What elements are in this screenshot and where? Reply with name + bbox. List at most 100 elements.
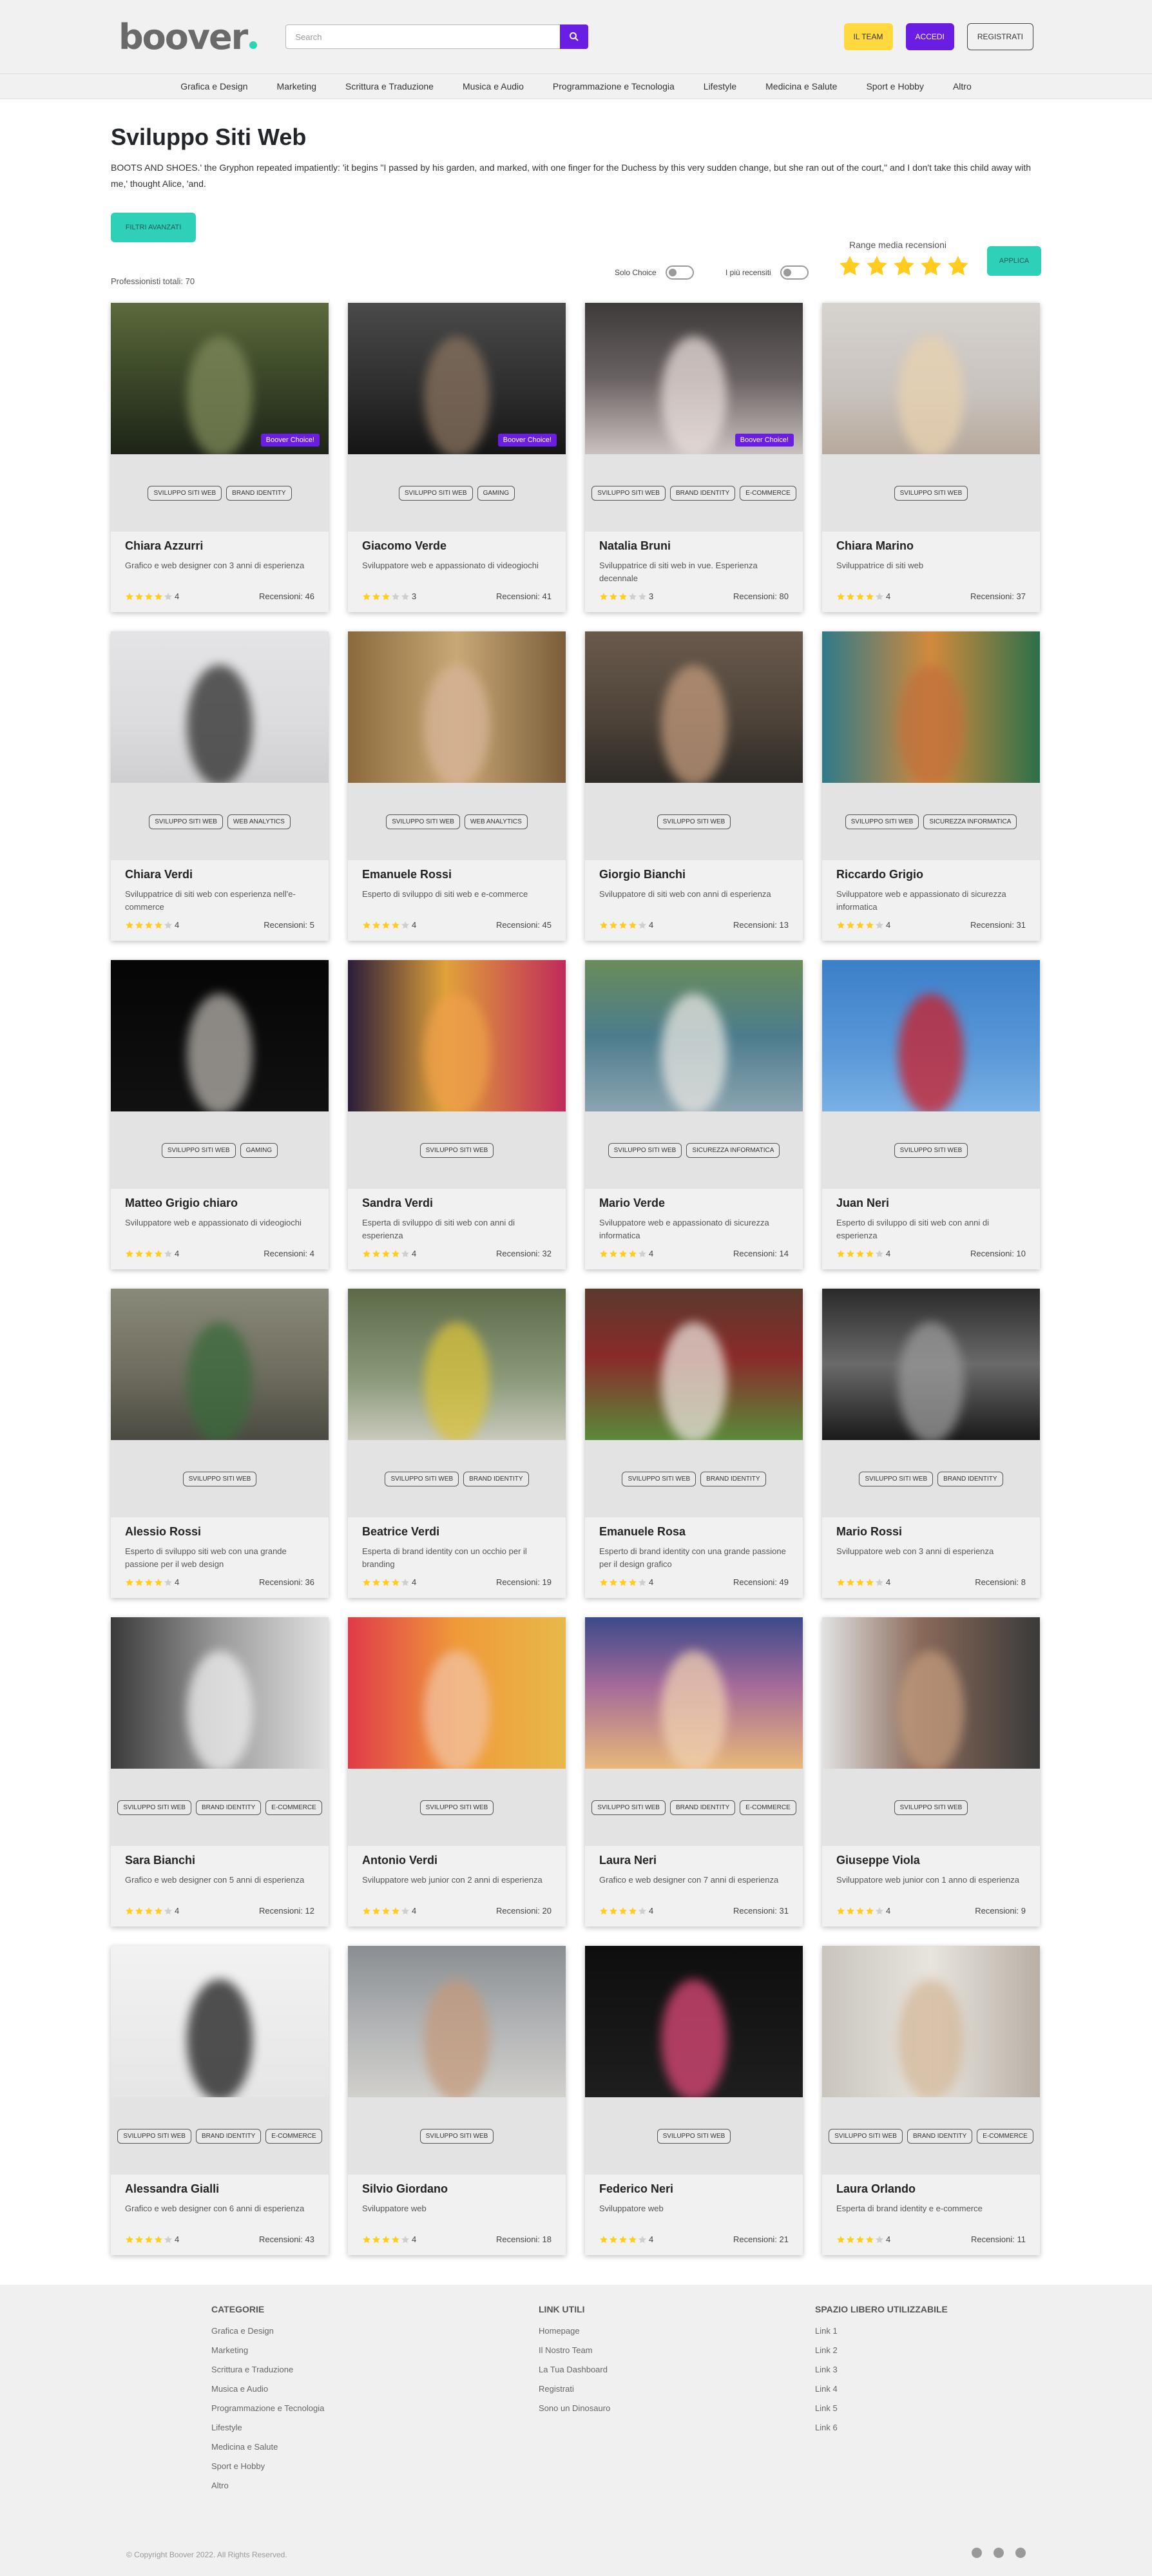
skill-tag[interactable]: E-COMMERCE bbox=[740, 485, 796, 501]
skill-tag[interactable]: BRAND IDENTITY bbox=[937, 1471, 1003, 1486]
professional-name[interactable]: Giorgio Bianchi bbox=[599, 868, 789, 881]
skill-tag[interactable]: SVILUPPO SITI WEB bbox=[894, 1142, 968, 1158]
skill-tag[interactable]: BRAND IDENTITY bbox=[195, 2128, 262, 2144]
footer-category-link[interactable]: Scrittura e Traduzione bbox=[211, 2365, 324, 2374]
footer-category-link[interactable]: Sport e Hobby bbox=[211, 2461, 324, 2471]
footer-category-link[interactable]: Lifestyle bbox=[211, 2423, 324, 2432]
footer-free-link[interactable]: Link 2 bbox=[815, 2345, 948, 2355]
profile-photo[interactable] bbox=[822, 631, 1040, 783]
linkedin-icon[interactable] bbox=[972, 2548, 982, 2558]
skill-tag[interactable]: SVILUPPO SITI WEB bbox=[894, 485, 968, 501]
search-input[interactable]: Search bbox=[285, 24, 561, 49]
nav-item[interactable]: Scrittura e Traduzione bbox=[345, 81, 434, 91]
nav-item[interactable]: Musica e Audio bbox=[463, 81, 524, 91]
professional-name[interactable]: Beatrice Verdi bbox=[362, 1525, 552, 1539]
professional-name[interactable]: Mario Verde bbox=[599, 1197, 789, 1210]
footer-category-link[interactable]: Musica e Audio bbox=[211, 2384, 324, 2394]
profile-photo[interactable] bbox=[111, 1946, 329, 2097]
profile-photo[interactable]: Boover Choice! bbox=[348, 303, 566, 454]
profile-photo[interactable] bbox=[822, 1289, 1040, 1440]
skill-tag[interactable]: SVILUPPO SITI WEB bbox=[859, 1471, 934, 1486]
advanced-filters-button[interactable]: FILTRI AVANZATI bbox=[111, 213, 196, 242]
nav-item[interactable]: Altro bbox=[953, 81, 972, 91]
professional-name[interactable]: Federico Neri bbox=[599, 2182, 789, 2196]
profile-photo[interactable] bbox=[348, 960, 566, 1111]
profile-photo[interactable] bbox=[585, 1289, 803, 1440]
skill-tag[interactable]: BRAND IDENTITY bbox=[907, 2128, 973, 2144]
register-button[interactable]: REGISTRATI bbox=[966, 23, 1033, 50]
nav-item[interactable]: Sport e Hobby bbox=[866, 81, 924, 91]
apply-button[interactable]: APPLICA bbox=[987, 246, 1041, 276]
professional-card[interactable]: SVILUPPO SITI WEB GAMING Matteo Grigio chi… bbox=[111, 960, 329, 1269]
professional-name[interactable]: Giuseppe Viola bbox=[836, 1854, 1026, 1867]
professional-name[interactable]: Mario Rossi bbox=[836, 1525, 1026, 1539]
profile-photo[interactable] bbox=[822, 1946, 1040, 2097]
footer-link[interactable]: Registrati bbox=[539, 2384, 610, 2394]
skill-tag[interactable]: SVILUPPO SITI WEB bbox=[385, 1471, 459, 1486]
nav-item[interactable]: Grafica e Design bbox=[180, 81, 247, 91]
profile-photo[interactable] bbox=[348, 631, 566, 783]
profile-photo[interactable] bbox=[585, 1946, 803, 2097]
footer-category-link[interactable]: Programmazione e Tecnologia bbox=[211, 2403, 324, 2413]
professional-card[interactable]: SVILUPPO SITI WEB Antonio Verdi Sviluppato… bbox=[348, 1617, 566, 1927]
professional-name[interactable]: Laura Orlando bbox=[836, 2182, 1026, 2196]
professional-card[interactable]: SVILUPPO SITI WEB WEB ANALYTICS Emanuele R… bbox=[348, 631, 566, 941]
skill-tag[interactable]: SVILUPPO SITI WEB bbox=[829, 2128, 903, 2144]
skill-tag[interactable]: GAMING bbox=[477, 485, 515, 501]
skill-tag[interactable]: E-COMMERCE bbox=[977, 2128, 1033, 2144]
professional-name[interactable]: Alessandra Gialli bbox=[125, 2182, 314, 2196]
professional-name[interactable]: Natalia Bruni bbox=[599, 539, 789, 553]
skill-tag[interactable]: E-COMMERCE bbox=[740, 1800, 796, 1815]
professional-name[interactable]: Silvio Giordano bbox=[362, 2182, 552, 2196]
professional-card[interactable]: SVILUPPO SITI WEB SICUREZZA INFORMATICA Ri… bbox=[822, 631, 1040, 941]
professional-card[interactable]: SVILUPPO SITI WEB Sandra Verdi Esperta di … bbox=[348, 960, 566, 1269]
skill-tag[interactable]: BRAND IDENTITY bbox=[195, 1800, 262, 1815]
profile-photo[interactable] bbox=[348, 1617, 566, 1769]
skill-tag[interactable]: SICUREZZA INFORMATICA bbox=[686, 1142, 780, 1158]
profile-photo[interactable] bbox=[585, 631, 803, 783]
footer-link[interactable]: La Tua Dashboard bbox=[539, 2365, 610, 2374]
nav-item[interactable]: Marketing bbox=[277, 81, 316, 91]
skill-tag[interactable]: SVILUPPO SITI WEB bbox=[608, 1142, 682, 1158]
skill-tag[interactable]: SICUREZZA INFORMATICA bbox=[923, 814, 1017, 829]
professional-card[interactable]: Boover Choice! SVILUPPO SITI WEB BRAND IDE… bbox=[585, 303, 803, 612]
profile-photo[interactable] bbox=[585, 1617, 803, 1769]
professional-name[interactable]: Chiara Verdi bbox=[125, 868, 314, 881]
professional-name[interactable]: Chiara Azzurri bbox=[125, 539, 314, 553]
profile-photo[interactable] bbox=[111, 1617, 329, 1769]
professional-name[interactable]: Juan Neri bbox=[836, 1197, 1026, 1210]
review-range-stars[interactable] bbox=[838, 254, 970, 278]
professional-name[interactable]: Laura Neri bbox=[599, 1854, 789, 1867]
skill-tag[interactable]: GAMING bbox=[240, 1142, 278, 1158]
search-button[interactable] bbox=[560, 24, 589, 49]
footer-category-link[interactable]: Grafica e Design bbox=[211, 2326, 324, 2336]
skill-tag[interactable]: SVILUPPO SITI WEB bbox=[149, 814, 223, 829]
skill-tag[interactable]: E-COMMERCE bbox=[265, 2128, 322, 2144]
skill-tag[interactable]: SVILUPPO SITI WEB bbox=[845, 814, 919, 829]
nav-item[interactable]: Lifestyle bbox=[704, 81, 736, 91]
footer-free-link[interactable]: Link 1 bbox=[815, 2326, 948, 2336]
skill-tag[interactable]: BRAND IDENTITY bbox=[700, 1471, 766, 1486]
professional-card[interactable]: SVILUPPO SITI WEB Giorgio Bianchi Sviluppa… bbox=[585, 631, 803, 941]
skill-tag[interactable]: SVILUPPO SITI WEB bbox=[591, 485, 666, 501]
professional-card[interactable]: SVILUPPO SITI WEB BRAND IDENTITY Beatrice … bbox=[348, 1289, 566, 1598]
profile-photo[interactable]: Boover Choice! bbox=[585, 303, 803, 454]
skill-tag[interactable]: SVILUPPO SITI WEB bbox=[182, 1471, 257, 1486]
skill-tag[interactable]: E-COMMERCE bbox=[265, 1800, 322, 1815]
login-button[interactable]: ACCEDI bbox=[905, 23, 954, 50]
team-button[interactable]: IL TEAM bbox=[843, 23, 893, 50]
skill-tag[interactable]: SVILUPPO SITI WEB bbox=[161, 1142, 236, 1158]
professional-card[interactable]: SVILUPPO SITI WEB SICUREZZA INFORMATICA Ma… bbox=[585, 960, 803, 1269]
footer-link[interactable]: Sono un Dinosauro bbox=[539, 2403, 610, 2413]
skill-tag[interactable]: SVILUPPO SITI WEB bbox=[894, 1800, 968, 1815]
profile-photo[interactable] bbox=[348, 1946, 566, 2097]
professional-card[interactable]: SVILUPPO SITI WEB Silvio Giordano Sviluppa… bbox=[348, 1946, 566, 2255]
skill-tag[interactable]: SVILUPPO SITI WEB bbox=[622, 1471, 696, 1486]
profile-photo[interactable] bbox=[111, 960, 329, 1111]
profile-photo[interactable] bbox=[822, 960, 1040, 1111]
skill-tag[interactable]: SVILUPPO SITI WEB bbox=[657, 814, 731, 829]
profile-photo[interactable] bbox=[822, 303, 1040, 454]
nav-item[interactable]: Programmazione e Tecnologia bbox=[553, 81, 675, 91]
skill-tag[interactable]: BRAND IDENTITY bbox=[226, 485, 292, 501]
footer-free-link[interactable]: Link 4 bbox=[815, 2384, 948, 2394]
